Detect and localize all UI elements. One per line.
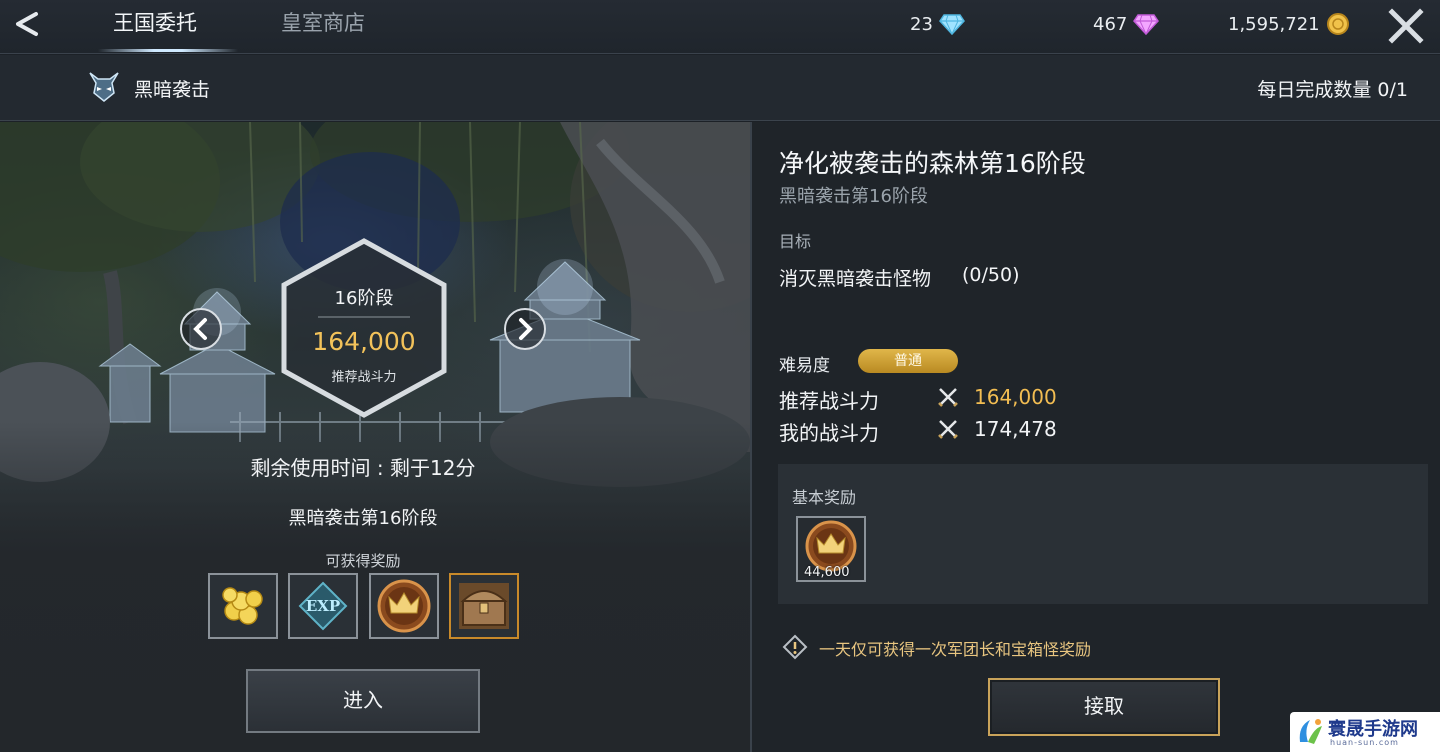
reward-notice: 一天仅可获得一次军团长和宝箱怪奖励	[819, 640, 1092, 659]
reward-slot-crown-medal[interactable]	[369, 573, 439, 639]
stage-name: 黑暗袭击第16阶段	[288, 508, 438, 529]
currency-value: 1,595,721	[1228, 13, 1320, 35]
mode-title: 黑暗袭击	[134, 79, 211, 101]
mode-header: 黑暗袭击 每日完成数量 0/1	[0, 55, 1440, 121]
recommended-power-value: 164,000	[312, 327, 416, 356]
objective-label: 目标	[779, 232, 812, 251]
chevron-left-icon	[180, 308, 222, 350]
reward-slot-treasure-chest[interactable]	[449, 573, 519, 639]
tab-royal-shop[interactable]: 皇室商店	[281, 0, 365, 54]
recommended-power-value: 164,000	[974, 385, 1057, 409]
pink-diamond-icon	[1133, 14, 1160, 35]
top-bar: 王国委托 皇室商店 23 467 1,595,721	[0, 0, 1440, 54]
active-tab-indicator	[98, 49, 238, 52]
currency-value: 467	[1093, 13, 1128, 35]
chevron-right-icon	[504, 308, 546, 350]
enter-button[interactable]: 进入	[246, 669, 480, 733]
basic-reward-label: 基本奖励	[792, 488, 857, 507]
previous-stage-button[interactable]	[178, 306, 224, 352]
gold-coin-icon	[1326, 13, 1349, 35]
quest-title: 净化被袭击的森林第16阶段	[779, 149, 1086, 178]
remaining-time: 剩余使用时间 : 剩于12分	[250, 456, 476, 480]
horned-helmet-icon	[89, 72, 119, 102]
quest-detail-panel: 净化被袭击的森林第16阶段 黑暗袭击第16阶段 目标 消灭黑暗袭击怪物 (0/5…	[752, 122, 1440, 752]
basic-reward-box: 基本奖励 44,600	[778, 464, 1428, 604]
crown-medal-icon	[377, 579, 431, 633]
close-icon	[1388, 8, 1424, 44]
objective-text: 消灭黑暗袭击怪物	[779, 268, 932, 290]
next-stage-button[interactable]	[502, 306, 548, 352]
basic-reward-slot[interactable]: 44,600	[796, 516, 866, 582]
basic-reward-quantity: 44,600	[804, 565, 850, 580]
warning-icon	[782, 634, 808, 660]
currency-blue-diamond: 23	[910, 10, 965, 38]
difficulty-label: 难易度	[779, 356, 830, 376]
my-power-value: 174,478	[974, 417, 1057, 441]
daily-completion-count: 每日完成数量 0/1	[1257, 79, 1408, 101]
watermark-logo-icon	[1299, 719, 1322, 744]
recommended-power-label: 推荐战斗力	[779, 389, 879, 413]
gold-coins-icon	[222, 587, 263, 625]
currency-gold: 1,595,721	[1228, 10, 1350, 38]
currency-pink-diamond: 467	[1093, 10, 1160, 38]
difficulty-badge: 普通	[858, 349, 958, 373]
watermark-url: huan-sun.com	[1330, 738, 1399, 747]
stage-scene: 16阶段 164,000 推荐战斗力 剩余使用时间 : 剩于12分 黑暗袭击第1…	[0, 122, 750, 752]
currency-value: 23	[910, 13, 933, 35]
exp-label: EXP	[306, 597, 340, 615]
exp-icon: EXP	[298, 581, 348, 631]
back-button[interactable]	[8, 6, 48, 46]
treasure-chest-icon	[459, 583, 509, 629]
site-watermark: 寰晟手游网 huan-sun.com	[1290, 712, 1440, 752]
reward-slot-gold[interactable]	[208, 573, 278, 639]
blue-diamond-icon	[938, 14, 965, 35]
quest-subtitle: 黑暗袭击第16阶段	[779, 186, 928, 207]
obtainable-rewards-label: 可获得奖励	[325, 552, 401, 570]
crossed-swords-icon	[938, 388, 958, 407]
close-button[interactable]	[1386, 6, 1426, 46]
accept-button[interactable]: 接取	[988, 678, 1220, 736]
stage-number: 16阶段	[334, 288, 394, 309]
objective-progress: (0/50)	[962, 264, 1020, 286]
arrow-left-icon	[16, 12, 38, 36]
crossed-swords-icon	[938, 420, 958, 439]
reward-slot-exp[interactable]: EXP	[288, 573, 358, 639]
my-power-label: 我的战斗力	[779, 421, 879, 445]
tab-kingdom-commission[interactable]: 王国委托	[113, 0, 197, 54]
recommended-power-label: 推荐战斗力	[331, 370, 397, 385]
